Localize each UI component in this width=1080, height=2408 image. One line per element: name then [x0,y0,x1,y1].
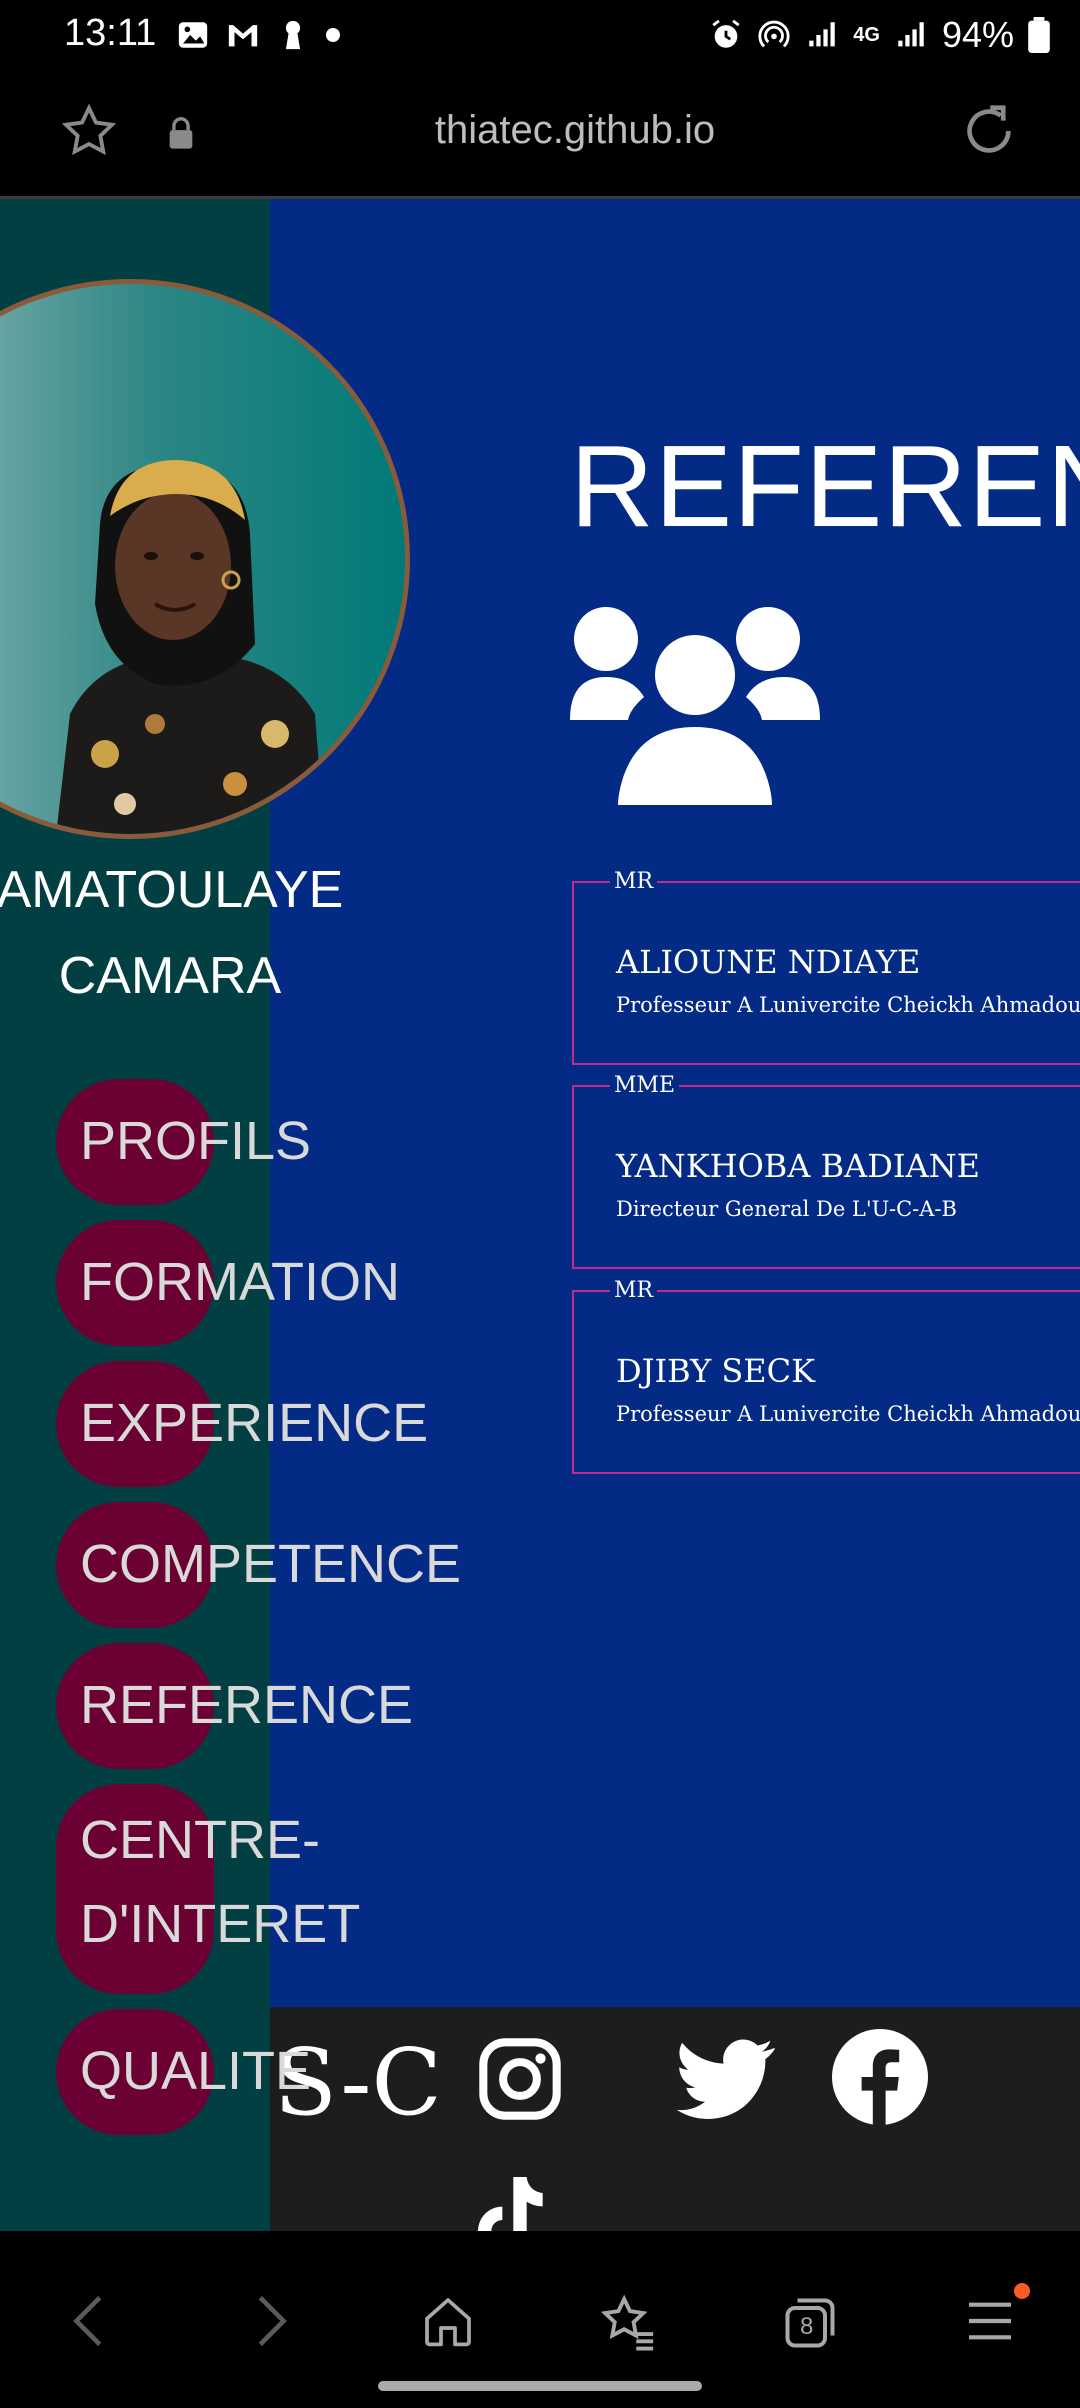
reference-card: MR DJIBY SECK Professeur A Lunivercite C… [572,1278,1080,1474]
tabs-count: 8 [800,2313,814,2340]
bookmarks-icon[interactable] [600,2293,658,2351]
twitter-icon[interactable] [676,2039,776,2121]
home-indicator[interactable] [378,2381,702,2391]
reload-icon[interactable] [958,100,1020,162]
profile-last-name: CAMARA [58,947,282,1005]
profile-name: AMATOULAYE CAMARA [0,847,360,1019]
reference-card: MR ALIOUNE NDIAYE Professeur A Luniverci… [572,869,1080,1065]
reference-role: Professeur A Lunivercite Cheickh Ahmadou… [616,993,1080,1017]
menu-icon[interactable] [962,2293,1018,2349]
dot-icon [326,28,340,42]
reference-title: MME [610,1073,680,1098]
nav-label: COMPETENCE [80,1534,462,1594]
section-title: REFERENCE [570,421,1080,551]
tiktok-icon[interactable] [470,2177,550,2231]
instagram-icon[interactable] [476,2035,564,2123]
signal-icon [809,22,835,47]
hotspot-icon [758,20,790,48]
nav-item-qualite[interactable]: QUALITE [56,2009,456,2150]
profile-first-name: AMATOULAYE [0,861,344,919]
page-content: AMATOULAYE CAMARA PROFILS FORMATION EXPE… [0,199,1080,2231]
gallery-icon [178,22,208,48]
facebook-icon[interactable] [832,2029,928,2125]
signal-icon-2 [898,22,924,47]
battery-percent: 94% [941,14,1014,55]
reference-title: MR [610,1278,658,1303]
back-icon[interactable] [66,2293,110,2349]
nav-label: QUALITE [80,2041,312,2101]
reference-name: ALIOUNE NDIAYE [616,943,921,981]
keyhole-icon [285,20,301,50]
nav-label: EXPERIENCE [80,1393,429,1453]
browser-toolbar: thiatec.github.io [0,72,1080,199]
reference-title: MR [610,869,658,894]
reference-name: DJIBY SECK [616,1352,816,1390]
home-icon[interactable] [420,2293,476,2349]
nav-label: FORMATION [80,1252,400,1312]
reference-card: MME YANKHOBA BADIANE Directeur General D… [572,1073,1080,1269]
reference-role: Directeur General De L'U-C-A-B [616,1197,957,1221]
network-type: 4G [853,24,880,46]
tabs-button[interactable]: 8 [780,2293,840,2353]
notification-dot-icon [1014,2283,1030,2299]
battery-icon [1028,17,1050,53]
gmail-icon [228,25,258,47]
profile-avatar [0,279,410,839]
nav-label: REFERENCE [80,1675,414,1735]
forward-icon[interactable] [250,2293,294,2349]
profile-photo [56,460,325,834]
status-bar: 13:11 4G 94% [0,0,1080,72]
users-group-icon [570,607,820,805]
status-notification-icons [176,18,340,52]
nav-label: PROFILS [80,1111,312,1171]
nav-label: CENTRE-D'INTERET [80,1810,361,1954]
reference-role: Professeur A Lunivercite Cheickh Ahmadou… [616,1402,1080,1426]
status-system-icons: 4G 94% [709,14,1050,56]
status-time: 13:11 [64,12,157,54]
reference-name: YANKHOBA BADIANE [616,1147,980,1185]
alarm-icon [712,19,740,48]
address-bar[interactable]: thiatec.github.io [0,108,1080,153]
